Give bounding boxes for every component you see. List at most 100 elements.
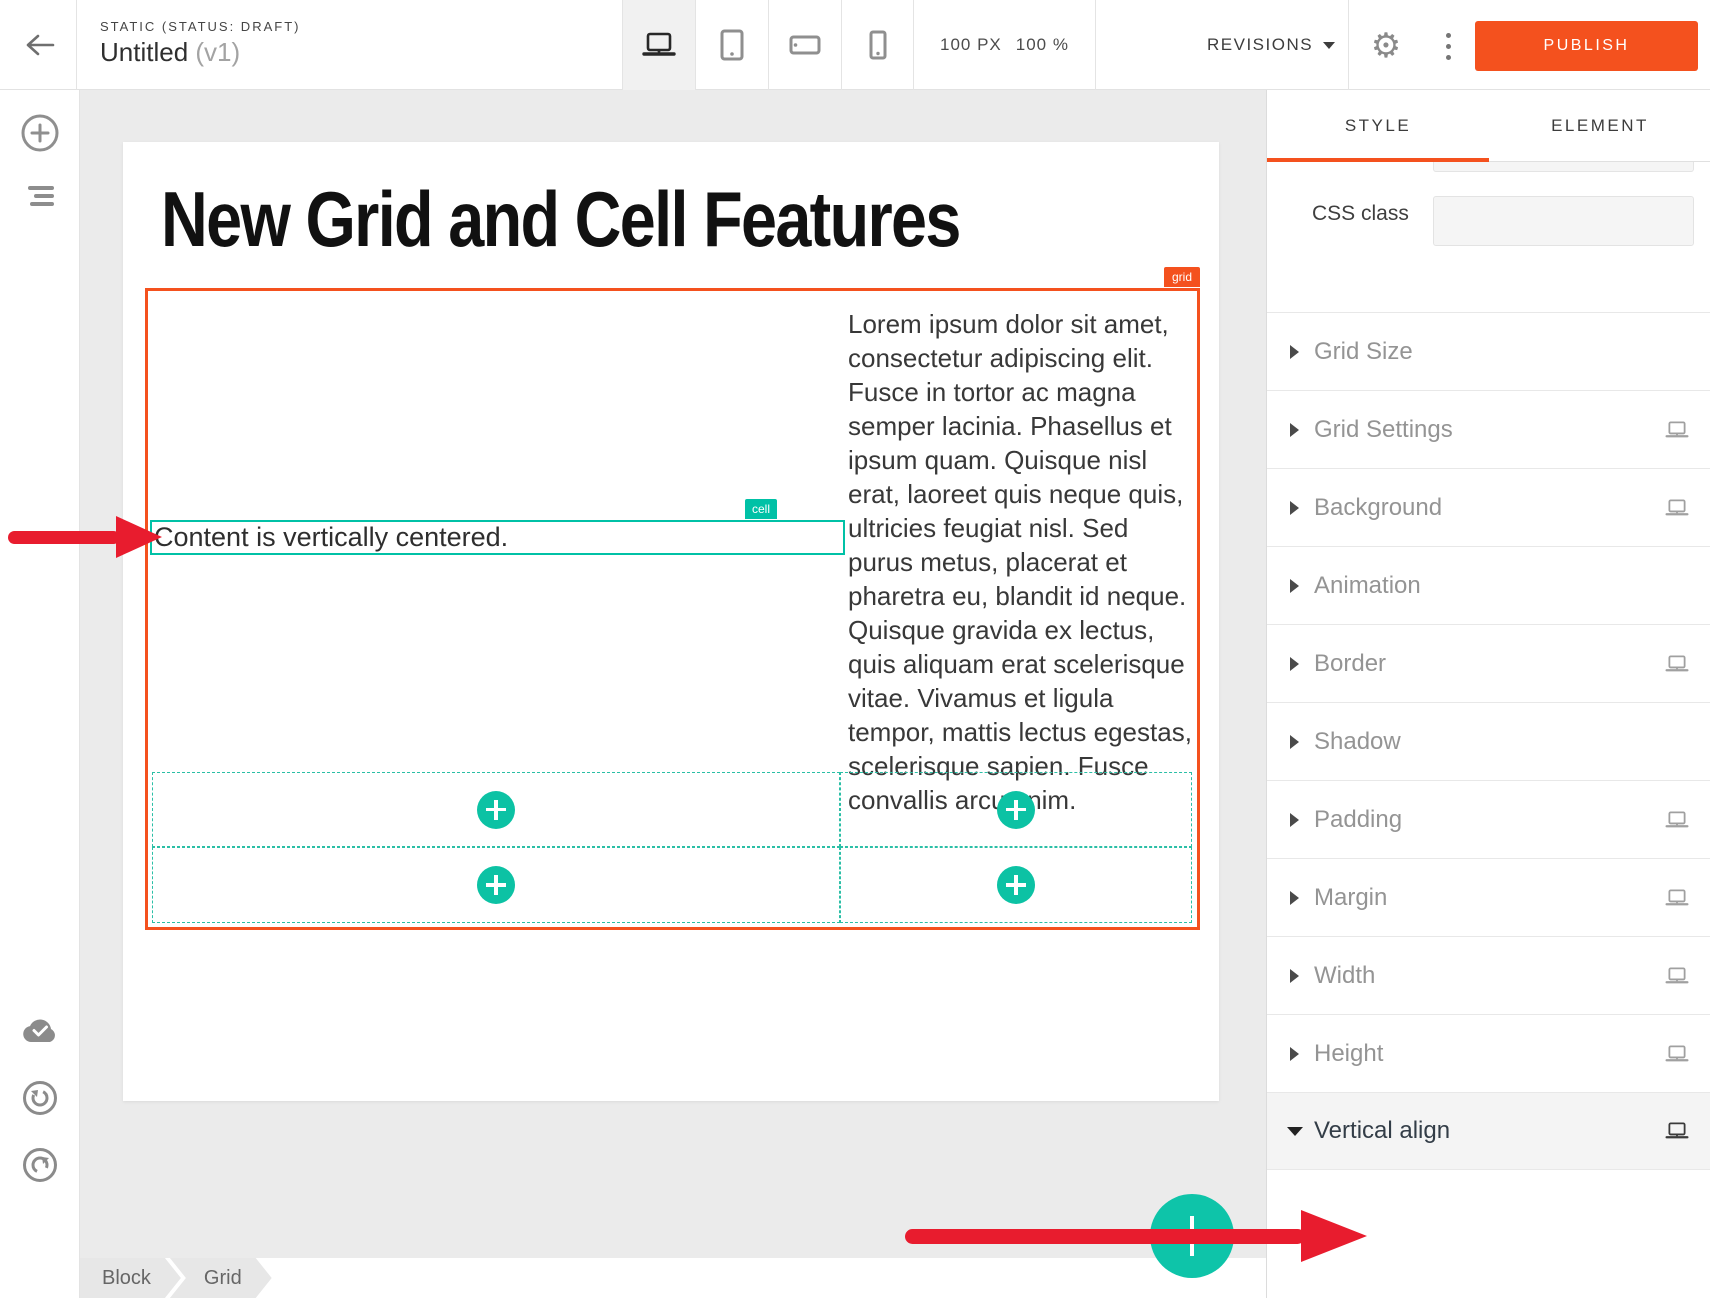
kebab-icon: [1446, 33, 1451, 38]
style-panel: STYLE ELEMENT CSS class Grid Size Grid S…: [1266, 90, 1710, 1298]
selected-cell[interactable]: cell Content is vertically centered.: [150, 520, 845, 555]
section-margin[interactable]: Margin: [1267, 858, 1710, 936]
text-column[interactable]: Lorem ipsum dolor sit amet, consectetur …: [848, 307, 1200, 817]
breadcrumb-item-block[interactable]: Block: [80, 1258, 181, 1298]
lines-icon: [28, 186, 54, 190]
section-background[interactable]: Background: [1267, 468, 1710, 546]
device-phone-landscape-button[interactable]: [768, 0, 841, 90]
zoom-readout: 100 PX 100 %: [940, 0, 1069, 90]
revisions-dropdown[interactable]: REVISIONS: [1207, 0, 1335, 90]
align-top-button[interactable]: [1303, 1294, 1349, 1298]
cell-content-text[interactable]: Content is vertically centered.: [154, 522, 508, 552]
section-grid-size[interactable]: Grid Size: [1267, 312, 1710, 390]
left-tool-rail: [0, 90, 80, 1298]
gear-icon: ⚙: [1371, 26, 1401, 66]
undo-icon: [21, 1079, 59, 1117]
device-scope-icon: [1665, 967, 1689, 985]
divider: [1348, 0, 1349, 90]
tab-style[interactable]: STYLE: [1267, 90, 1489, 161]
section-width[interactable]: Width: [1267, 936, 1710, 1014]
section-vertical-align[interactable]: Vertical align: [1267, 1092, 1710, 1170]
section-padding[interactable]: Padding: [1267, 780, 1710, 858]
redo-icon: [21, 1146, 59, 1184]
divider: [1095, 0, 1096, 90]
more-options-button[interactable]: [1436, 24, 1460, 68]
chevron-right-icon: [1290, 345, 1299, 359]
selected-grid[interactable]: grid cell Content is vertically centered…: [145, 288, 1200, 930]
section-height[interactable]: Height: [1267, 1014, 1710, 1092]
undo-button[interactable]: [0, 1076, 80, 1120]
chevron-down-icon: [1287, 1127, 1303, 1136]
phone-landscape-icon: [789, 35, 821, 55]
chevron-right-icon: [1290, 1047, 1299, 1061]
desktop-icon: [642, 32, 676, 58]
chevron-right-icon: [1290, 501, 1299, 515]
panel-tabs: STYLE ELEMENT: [1267, 90, 1710, 162]
add-element-button[interactable]: [477, 866, 515, 904]
publish-button[interactable]: PUBLISH: [1475, 21, 1698, 71]
add-element-button[interactable]: [997, 791, 1035, 829]
device-scope-icon: [1665, 1045, 1689, 1063]
device-tablet-button[interactable]: [695, 0, 768, 90]
page-title[interactable]: New Grid and Cell Features: [161, 174, 960, 265]
device-scope-icon: [1665, 1122, 1689, 1140]
chevron-right-icon: [1290, 657, 1299, 671]
device-scope-icon: [1665, 889, 1689, 907]
settings-button[interactable]: ⚙: [1364, 24, 1408, 68]
document-title: Untitled: [100, 37, 188, 67]
vertical-align-options: [1267, 1170, 1710, 1298]
style-sections-list: Grid Size Grid Settings Background Anima…: [1267, 312, 1710, 1170]
add-element-button[interactable]: [997, 866, 1035, 904]
chevron-right-icon: [1290, 579, 1299, 593]
page-sheet: New Grid and Cell Features grid cell Con…: [123, 142, 1219, 1101]
align-middle-button[interactable]: [1369, 1294, 1415, 1298]
section-grid-settings[interactable]: Grid Settings: [1267, 390, 1710, 468]
clipped-input-field[interactable]: [1433, 162, 1694, 172]
section-border[interactable]: Border: [1267, 624, 1710, 702]
chevron-right-icon: [1290, 969, 1299, 983]
back-arrow-icon: [25, 33, 55, 57]
divider: [76, 0, 77, 90]
device-scope-icon: [1665, 655, 1689, 673]
empty-cell: [840, 847, 1192, 923]
phone-icon: [868, 30, 888, 60]
device-scope-icon: [1665, 811, 1689, 829]
device-preview-switcher: [622, 0, 914, 90]
add-block-button[interactable]: [0, 111, 80, 155]
grid-selection-badge: grid: [1164, 267, 1200, 287]
empty-cell: [840, 772, 1192, 847]
chevron-right-icon: [1290, 813, 1299, 827]
device-phone-button[interactable]: [841, 0, 914, 90]
tablet-icon: [719, 29, 745, 61]
section-animation[interactable]: Animation: [1267, 546, 1710, 624]
document-info: STATIC (STATUS: DRAFT) Untitled (v1): [100, 19, 300, 68]
align-bottom-button[interactable]: [1439, 1294, 1485, 1298]
add-element-fab[interactable]: [1150, 1194, 1234, 1278]
redo-button[interactable]: [0, 1143, 80, 1187]
chevron-right-icon: [1290, 423, 1299, 437]
breadcrumb: Block Grid: [80, 1258, 1266, 1298]
breadcrumb-item-grid[interactable]: Grid: [170, 1258, 272, 1298]
add-element-button[interactable]: [477, 791, 515, 829]
css-class-label: CSS class: [1312, 202, 1409, 226]
chevron-right-icon: [1290, 735, 1299, 749]
cell-selection-badge: cell: [745, 499, 777, 519]
chevron-down-icon: [1323, 42, 1335, 49]
empty-cell: [152, 847, 840, 923]
document-status: STATIC (STATUS: DRAFT): [100, 19, 300, 34]
top-toolbar: STATIC (STATUS: DRAFT) Untitled (v1): [0, 0, 1710, 90]
zoom-pct-value: 100 %: [1016, 35, 1069, 55]
tab-element[interactable]: ELEMENT: [1489, 90, 1710, 161]
document-version: (v1): [195, 37, 240, 67]
chevron-right-icon: [1290, 891, 1299, 905]
section-shadow[interactable]: Shadow: [1267, 702, 1710, 780]
device-desktop-button[interactable]: [622, 0, 695, 90]
empty-cell: [152, 772, 840, 847]
css-class-input[interactable]: [1433, 196, 1694, 246]
cloud-check-icon: [20, 1016, 60, 1044]
plus-circle-icon: [20, 113, 60, 153]
revisions-label: REVISIONS: [1207, 35, 1313, 55]
outline-button[interactable]: [0, 176, 80, 220]
back-button[interactable]: [18, 25, 62, 65]
zoom-px-value: 100 PX: [940, 35, 1002, 55]
